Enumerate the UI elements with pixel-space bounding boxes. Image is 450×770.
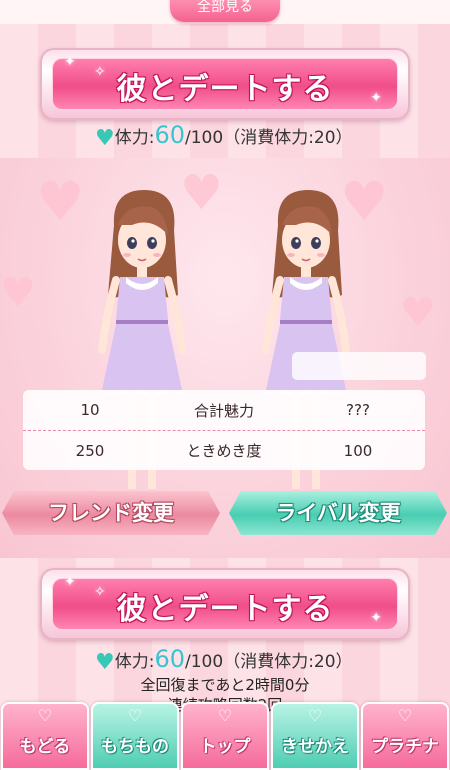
date-button[interactable]: 彼とデートする ✦ ✧ ✦ bbox=[40, 568, 410, 640]
ribbon-icon: ♡ bbox=[37, 706, 53, 725]
stamina-max: /100（消費体力:20） bbox=[185, 128, 353, 148]
stat-label: ときめき度 bbox=[186, 442, 262, 460]
stamina-display: ♥体力:60/100（消費体力:20） bbox=[95, 644, 385, 675]
nav-dressup-button[interactable]: ♡ きせかえ bbox=[271, 702, 359, 770]
nav-label: もちもの bbox=[101, 737, 169, 757]
nav-items-button[interactable]: ♡ もちもの bbox=[91, 702, 179, 770]
nav-label: もどる bbox=[19, 737, 71, 757]
heart-icon: ♥ bbox=[400, 290, 436, 336]
rival-name-box bbox=[292, 352, 426, 380]
recovery-time-text: 全回復まであと2時間0分 bbox=[140, 676, 310, 694]
bottom-nav: ♡ もどる ♡ もちもの ♡ トップ ♡ きせかえ ♡ プラチナ bbox=[0, 702, 450, 770]
player-value: 250 bbox=[75, 441, 105, 460]
heart-icon: ♥ bbox=[0, 270, 36, 316]
ribbon-icon: ♡ bbox=[397, 706, 413, 725]
stamina-current: 60 bbox=[154, 121, 186, 149]
heart-icon: ♥ bbox=[95, 126, 115, 151]
see-all-button[interactable]: 全部見る bbox=[170, 0, 280, 22]
rival-value: 100 bbox=[343, 441, 373, 460]
stamina-max: /100（消費体力:20） bbox=[185, 652, 353, 672]
stamina-label: 体力: bbox=[114, 652, 155, 672]
stamina-label: 体力: bbox=[114, 128, 155, 148]
ribbon-icon: ♡ bbox=[217, 706, 233, 725]
nav-back-button[interactable]: ♡ もどる bbox=[1, 702, 89, 770]
sparkle-icon: ✧ bbox=[94, 64, 106, 80]
ribbon-icon: ♡ bbox=[307, 706, 323, 725]
nav-label: トップ bbox=[199, 737, 251, 757]
nav-platinum-button[interactable]: ♡ プラチナ bbox=[361, 702, 449, 770]
stats-row: 250 ときめき度 100 bbox=[23, 430, 425, 470]
rival-value: ??? bbox=[346, 401, 370, 419]
player-value: 10 bbox=[80, 401, 100, 419]
sparkle-icon: ✦ bbox=[370, 610, 382, 626]
stats-table: 10 合計魅力 ??? 250 ときめき度 100 bbox=[23, 390, 425, 470]
heart-icon: ♥ bbox=[36, 170, 85, 233]
friend-change-button[interactable]: フレンド変更 bbox=[2, 491, 220, 535]
sparkle-icon: ✦ bbox=[64, 54, 76, 70]
date-button[interactable]: 彼とデートする ✦ ✧ ✦ bbox=[40, 48, 410, 120]
sparkle-icon: ✦ bbox=[64, 574, 76, 590]
stats-row: 10 合計魅力 ??? bbox=[23, 390, 425, 430]
stamina-current: 60 bbox=[154, 645, 186, 673]
stamina-display: ♥体力:60/100（消費体力:20） bbox=[95, 120, 385, 151]
nav-label: きせかえ bbox=[281, 737, 349, 757]
heart-icon: ♥ bbox=[95, 650, 115, 675]
sparkle-icon: ✦ bbox=[370, 90, 382, 106]
stat-label: 合計魅力 bbox=[193, 401, 254, 420]
ribbon-icon: ♡ bbox=[127, 706, 143, 725]
sparkle-icon: ✧ bbox=[94, 584, 106, 600]
nav-label: プラチナ bbox=[371, 737, 439, 757]
rival-change-button[interactable]: ライバル変更 bbox=[229, 491, 447, 535]
nav-top-button[interactable]: ♡ トップ bbox=[181, 702, 269, 770]
